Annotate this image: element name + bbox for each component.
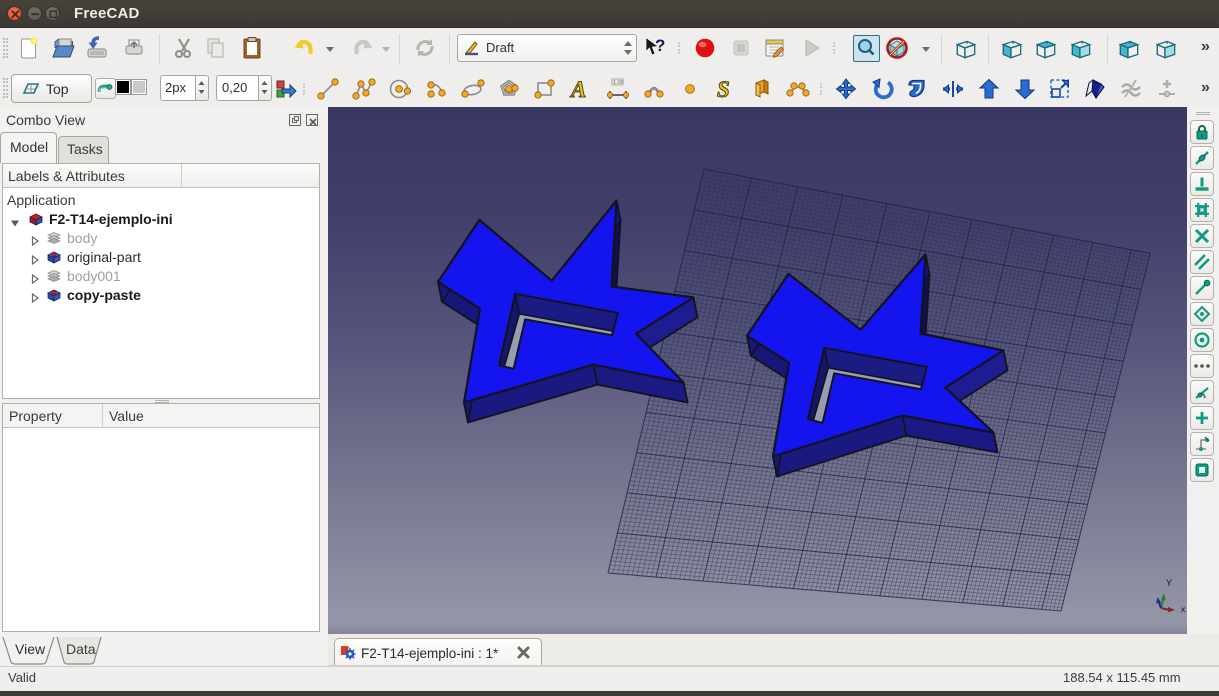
svg-text:x: x xyxy=(1181,604,1185,614)
svg-text:Y: Y xyxy=(1166,578,1172,588)
svg-text:S: S xyxy=(717,77,730,101)
svg-text:?: ? xyxy=(655,36,665,55)
svg-text:A: A xyxy=(569,77,586,101)
svg-text:1.00: 1.00 xyxy=(613,80,624,86)
